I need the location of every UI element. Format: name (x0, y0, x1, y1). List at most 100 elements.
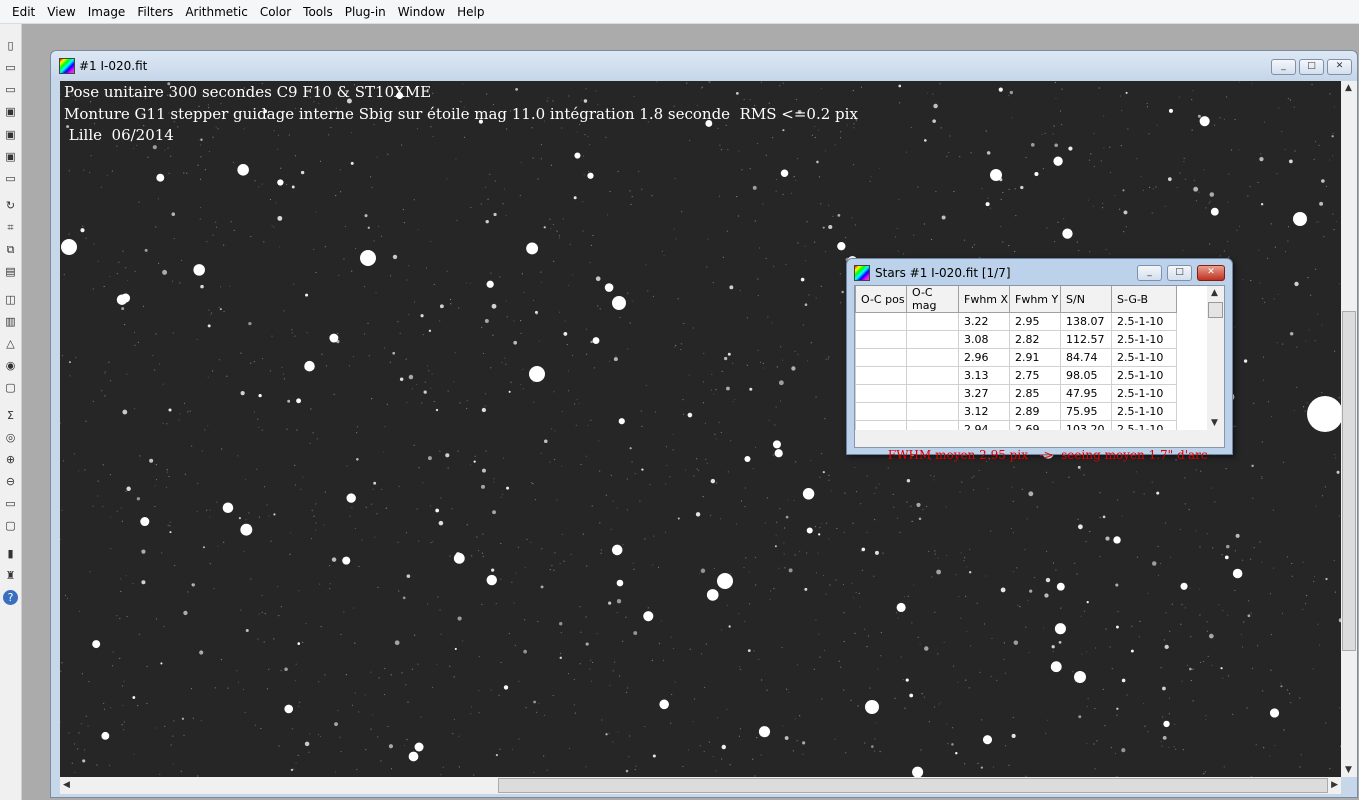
menu-arithmetic[interactable]: Arithmetic (179, 5, 254, 19)
table-row[interactable]: 3.08 2.82 112.57 2.5-1-10 (855, 330, 1177, 349)
star (820, 452, 823, 455)
menu-plug-in[interactable]: Plug-in (339, 5, 392, 19)
horizontal-scroll-thumb[interactable] (498, 778, 1328, 793)
zoom-out-icon[interactable]: ⊖ (3, 474, 18, 489)
star (537, 178, 539, 180)
star (559, 652, 562, 654)
menu-help[interactable]: Help (451, 5, 490, 19)
threshold-icon[interactable]: △ (3, 336, 18, 351)
table-scroll-down-icon[interactable]: ▼ (1211, 418, 1218, 428)
table-scroll-up-icon[interactable]: ▲ (1211, 288, 1218, 298)
table-cell: 3.12 (958, 402, 1010, 421)
save-icon[interactable]: ▣ (3, 104, 18, 119)
star (1008, 764, 1010, 766)
star (340, 750, 342, 753)
column-header[interactable]: Fwhm X (958, 286, 1010, 313)
open-folder-icon[interactable]: ▭ (3, 82, 18, 97)
folder-icon[interactable]: ▭ (3, 171, 18, 186)
eye-icon[interactable]: ◎ (3, 430, 18, 445)
star (155, 226, 157, 228)
vertical-scroll-thumb[interactable] (1342, 311, 1356, 651)
star (1105, 628, 1107, 630)
paste-icon[interactable]: ▤ (3, 264, 18, 279)
vertical-scrollbar[interactable]: ▲ ▼ (1341, 81, 1357, 777)
image-window-titlebar[interactable]: #1 I-020.fit _ □ ✕ (51, 51, 1357, 80)
monitor-icon[interactable]: ▭ (3, 496, 18, 511)
menu-view[interactable]: View (41, 5, 81, 19)
table-row[interactable]: 3.22 2.95 138.07 2.5-1-10 (855, 312, 1177, 331)
column-header[interactable]: S-G-B (1111, 286, 1177, 313)
star (309, 733, 311, 735)
star (414, 742, 424, 752)
display-icon[interactable]: ▢ (3, 380, 18, 395)
star (1305, 340, 1307, 342)
star (83, 169, 85, 171)
save-as-icon[interactable]: ▣ (3, 127, 18, 142)
menu-filters[interactable]: Filters (131, 5, 179, 19)
open-folder-icon[interactable]: ▭ (3, 60, 18, 75)
dialog-minimize-button[interactable]: _ (1137, 265, 1162, 281)
star (827, 358, 829, 360)
scroll-down-icon[interactable]: ▼ (1345, 765, 1352, 775)
menu-image[interactable]: Image (82, 5, 132, 19)
new-file-icon[interactable]: ▯ (3, 38, 18, 53)
sum-icon[interactable]: Σ (3, 408, 18, 423)
scroll-left-icon[interactable]: ◀ (63, 780, 70, 790)
horizontal-scrollbar[interactable]: ◀ ▶ (60, 777, 1341, 794)
copy-icon[interactable]: ⧉ (3, 242, 18, 257)
star (852, 163, 855, 166)
star (559, 562, 561, 565)
scroll-right-icon[interactable]: ▶ (1331, 780, 1338, 790)
tools-icon[interactable]: ♜ (3, 568, 18, 583)
star (390, 275, 392, 277)
scroll-up-icon[interactable]: ▲ (1345, 83, 1352, 93)
zoom-window-icon[interactable]: ◫ (3, 292, 18, 307)
column-header[interactable]: O-C mag (906, 286, 959, 313)
star (343, 611, 345, 613)
zoom-in-icon[interactable]: ⊕ (3, 452, 18, 467)
star (392, 351, 396, 355)
refresh-icon[interactable]: ↻ (3, 198, 18, 213)
color-icon[interactable]: ◉ (3, 358, 18, 373)
table-row[interactable]: 3.27 2.85 47.95 2.5-1-10 (855, 384, 1177, 403)
align-icon[interactable]: ▮ (3, 546, 18, 561)
window-icon[interactable]: ▢ (3, 518, 18, 533)
star (1068, 146, 1073, 151)
star (854, 224, 856, 226)
star (783, 542, 785, 544)
menu-tools[interactable]: Tools (297, 5, 339, 19)
table-row[interactable]: 2.96 2.91 84.74 2.5-1-10 (855, 348, 1177, 367)
star (453, 676, 455, 678)
star (598, 440, 600, 442)
star (1274, 744, 1276, 747)
dialog-close-button[interactable]: ✕ (1197, 265, 1225, 281)
star (921, 692, 923, 695)
help-icon[interactable]: ? (3, 590, 18, 605)
dialog-maximize-button[interactable]: □ (1167, 265, 1192, 281)
save-icon[interactable]: ▣ (3, 149, 18, 164)
table-vertical-scrollbar[interactable]: ▲ ▼ (1207, 286, 1224, 430)
column-header[interactable]: O-C pos (855, 286, 907, 313)
menu-window[interactable]: Window (392, 5, 451, 19)
crop-icon[interactable]: ⌗ (3, 220, 18, 235)
star (408, 313, 410, 316)
star (899, 102, 901, 104)
minimize-button[interactable]: _ (1271, 59, 1296, 75)
menu-color[interactable]: Color (254, 5, 297, 19)
star (651, 659, 653, 661)
star (633, 95, 635, 98)
star (295, 663, 297, 665)
star (700, 568, 706, 574)
star (768, 102, 770, 104)
menu-edit[interactable]: Edit (6, 5, 41, 19)
maximize-button[interactable]: □ (1299, 59, 1324, 75)
star (965, 679, 967, 681)
histogram-icon[interactable]: ▥ (3, 314, 18, 329)
column-header[interactable]: Fwhm Y (1009, 286, 1061, 313)
column-header[interactable]: S/N (1060, 286, 1112, 313)
table-scroll-thumb[interactable] (1208, 302, 1223, 318)
close-button[interactable]: ✕ (1327, 59, 1352, 75)
table-row[interactable]: 3.13 2.75 98.05 2.5-1-10 (855, 366, 1177, 385)
star (284, 704, 294, 714)
table-row[interactable]: 3.12 2.89 75.95 2.5-1-10 (855, 402, 1177, 421)
